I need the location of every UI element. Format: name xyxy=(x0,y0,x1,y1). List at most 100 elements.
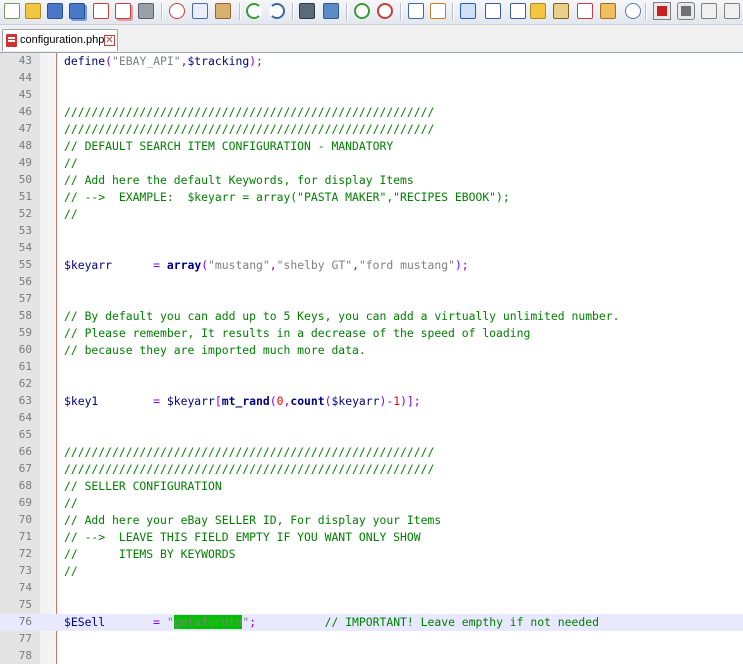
paste-icon[interactable] xyxy=(215,3,231,19)
new-icon[interactable] xyxy=(4,3,20,19)
line-number: 53 xyxy=(18,224,32,237)
line-number: 73 xyxy=(18,564,32,577)
folder-icon[interactable] xyxy=(600,3,616,19)
line-number: 75 xyxy=(18,598,32,611)
code-line: 47 //////////////////////////////////////… xyxy=(0,121,743,138)
show-all-chars-icon[interactable] xyxy=(485,3,501,19)
selected-text: getafordtn xyxy=(173,615,243,629)
token: ( xyxy=(324,394,332,408)
close-icon[interactable] xyxy=(93,3,109,19)
token: $ESell xyxy=(64,615,106,629)
code-line: 67 //////////////////////////////////////… xyxy=(0,461,743,478)
record-macro-icon[interactable] xyxy=(653,2,671,20)
code-line: 73 // xyxy=(0,563,743,580)
code-comment: // xyxy=(64,207,78,221)
replace-icon[interactable] xyxy=(323,3,339,19)
code-comment: // --> EXAMPLE: $keyarr = array("PASTA M… xyxy=(64,190,510,204)
print-icon[interactable] xyxy=(138,3,154,19)
token: " xyxy=(166,615,174,629)
code-comment: // Add here your eBay SELLER ID, For dis… xyxy=(64,513,442,527)
code-comment: // xyxy=(64,496,78,510)
play-macro-icon[interactable] xyxy=(701,3,717,19)
token: $keyarr xyxy=(166,394,215,408)
code-line: 75 xyxy=(0,597,743,614)
code-text: $ESell = "getafordtn"; // IMPORTANT! Lea… xyxy=(64,615,599,629)
indent-guide-icon[interactable] xyxy=(510,3,526,19)
code-comment: // SELLER CONFIGURATION xyxy=(64,479,222,493)
token: ( xyxy=(269,394,277,408)
code-line: 66 //////////////////////////////////////… xyxy=(0,444,743,461)
redo-icon[interactable] xyxy=(269,3,285,19)
code-text: $key1 = $keyarr[mt_rand(0,count($keyarr)… xyxy=(64,394,421,408)
code-line: 74 xyxy=(0,580,743,597)
toolbar-separator xyxy=(161,3,163,20)
code-text: $keyarr = array("mustang","shelby GT","f… xyxy=(64,258,469,272)
code-comment: ////////////////////////////////////////… xyxy=(64,445,435,459)
toolbar-separator xyxy=(346,3,348,20)
sync-horizontal-icon[interactable] xyxy=(430,3,446,19)
token: = xyxy=(105,615,167,629)
code-line: 59 // Please remember, It results in a de… xyxy=(0,325,743,342)
code-line: 78 xyxy=(0,648,743,664)
code-editor[interactable]: 43 define("EBAY_API",$tracking); 44 45 4… xyxy=(0,53,743,664)
line-number: 62 xyxy=(18,377,32,390)
token: = xyxy=(98,394,167,408)
stop-macro-icon[interactable] xyxy=(677,2,695,20)
line-number: 45 xyxy=(18,88,32,101)
line-number: 70 xyxy=(18,513,32,526)
token: ); xyxy=(454,258,469,272)
code-comment: ////////////////////////////////////////… xyxy=(64,462,435,476)
line-number: 49 xyxy=(18,156,32,169)
code-comment: // Add here the default Keywords, for di… xyxy=(64,173,414,187)
token: ); xyxy=(249,54,263,68)
close-all-icon[interactable] xyxy=(115,3,131,19)
zoom-out-icon[interactable] xyxy=(377,3,393,19)
line-number: 52 xyxy=(18,207,32,220)
save-icon[interactable] xyxy=(47,3,63,19)
line-number: 56 xyxy=(18,275,32,288)
token: define xyxy=(64,54,106,68)
code-line: 57 xyxy=(0,291,743,308)
token: = xyxy=(112,258,167,272)
line-number: 68 xyxy=(18,479,32,492)
function-list-icon[interactable] xyxy=(577,3,593,19)
line-number: 51 xyxy=(18,190,32,203)
code-line: 60 // because they are imported much more… xyxy=(0,342,743,359)
code-line: 69 // xyxy=(0,495,743,512)
doc-map-icon[interactable] xyxy=(553,3,569,19)
line-number: 50 xyxy=(18,173,32,186)
token: count xyxy=(290,394,325,408)
line-number: 71 xyxy=(18,530,32,543)
open-icon[interactable] xyxy=(25,3,41,19)
tab-configuration-php[interactable]: configuration.php ✕ xyxy=(2,29,118,51)
close-tab-icon[interactable]: ✕ xyxy=(104,35,115,46)
token: "shelby GT" xyxy=(276,258,353,272)
code-line: 58 // By default you can add up to 5 Keys… xyxy=(0,308,743,325)
run-macro-multiple-icon[interactable] xyxy=(724,3,740,19)
copy-icon[interactable] xyxy=(192,3,208,19)
line-number: 74 xyxy=(18,581,32,594)
token: mt_rand xyxy=(221,394,270,408)
code-line: 61 xyxy=(0,359,743,376)
code-line: 63 $key1 = $keyarr[mt_rand(0,count($keya… xyxy=(0,393,743,410)
zoom-in-icon[interactable] xyxy=(354,3,370,19)
tab-bar: configuration.php ✕ xyxy=(0,25,743,53)
code-line: 46 //////////////////////////////////////… xyxy=(0,104,743,121)
word-wrap-icon[interactable] xyxy=(460,3,476,19)
token: $keyarr xyxy=(64,258,113,272)
line-number: 54 xyxy=(18,241,32,254)
code-line: 55 $keyarr = array("mustang","shelby GT"… xyxy=(0,257,743,274)
monitor-icon[interactable] xyxy=(625,3,641,19)
undo-icon[interactable] xyxy=(246,3,262,19)
cut-icon[interactable] xyxy=(169,3,185,19)
line-number: 59 xyxy=(18,326,32,339)
token: , xyxy=(352,258,359,272)
user-lang-icon[interactable] xyxy=(530,3,546,19)
code-comment: // By default you can add up to 5 Keys, … xyxy=(64,309,620,323)
sync-vertical-icon[interactable] xyxy=(408,3,424,19)
save-all-icon[interactable] xyxy=(69,3,85,19)
code-line: 44 xyxy=(0,70,743,87)
find-icon[interactable] xyxy=(299,3,315,19)
code-comment: ////////////////////////////////////////… xyxy=(64,105,435,119)
token: array xyxy=(166,258,202,272)
